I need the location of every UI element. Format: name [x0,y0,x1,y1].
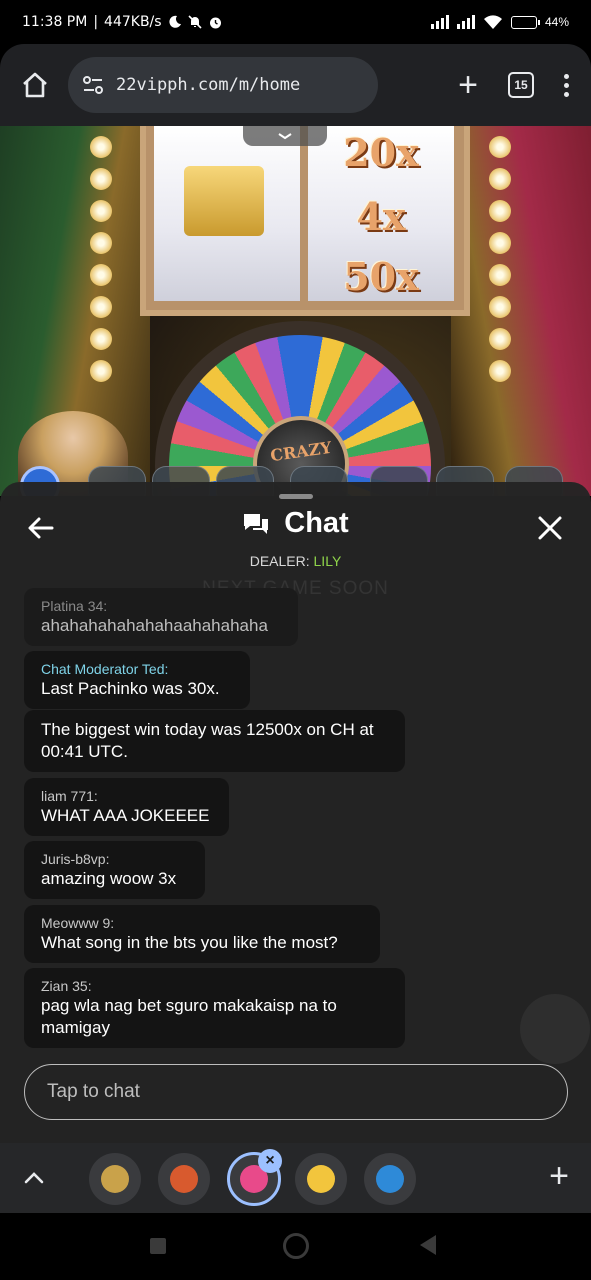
message-text: WHAT AAA JOKEEEE [41,806,210,825]
browser-toolbar: 22vipph.com/m/home + 15 [0,44,591,126]
home-icon [23,72,47,98]
chat-header: Chat [0,507,591,551]
separator: | [93,14,99,30]
recents-button[interactable] [150,1238,166,1254]
add-tab-to-group-button[interactable]: + [549,1159,569,1193]
left-lights [90,136,112,382]
message-text: Last Pachinko was 30x. [41,679,220,698]
tab-xo-game[interactable] [295,1153,347,1205]
message-author: Platina 34: [41,598,108,614]
network-speed: 447KB/s [104,14,162,30]
new-tab-button[interactable]: + [458,68,478,102]
status-left: 11:38 PM | 447KB/s [22,14,223,30]
home-button[interactable] [14,64,56,106]
crown-favicon-icon [101,1165,129,1193]
chevron-down-icon [278,133,292,140]
wifi-icon [483,14,502,29]
back-nav-button[interactable] [420,1235,436,1255]
message-text: amazing woow 3x [41,869,177,888]
beer-symbol [184,166,264,236]
dealer-label: DEALER: [249,553,310,569]
chat-input[interactable]: Tap to chat [24,1064,568,1120]
chat-message-moderator: Chat Moderator Ted: Last Pachinko was 30… [24,651,250,709]
menu-button[interactable] [564,73,569,97]
battery-icon [510,15,540,29]
dealer-info: DEALER: LILY [0,553,591,569]
chevron-up-icon[interactable] [22,1166,46,1190]
close-chat-button[interactable] [535,513,565,543]
multiplier-top: 20x [343,130,419,175]
chat-message: Platina 34: ahahahahahahahaahahahaha [24,588,298,646]
drag-handle[interactable] [279,494,313,499]
url-text: 22vipph.com/m/home [116,75,301,95]
home-nav-button[interactable] [283,1233,309,1259]
chat-message: liam 771: WHAT AAA JOKEEEE [24,778,229,836]
status-bar: 11:38 PM | 447KB/s 44% [0,0,591,44]
message-author: liam 771: [41,788,98,804]
chat-title: Chat [0,507,591,540]
arrow-left-icon [28,517,54,539]
chat-message: Juris-b8vp: amazing woow 3x [24,841,205,899]
tab-switcher-button[interactable]: 15 [508,72,534,98]
right-lights [489,136,511,382]
chat-message: Meowww 9: What song in the bts you like … [24,905,380,963]
mute-bell-icon [188,15,202,29]
slot-reel-left [154,126,300,301]
slot-reel-right: 20x 4x 50x [308,126,454,301]
message-text: ahahahahahahahaahahahaha [41,616,268,635]
browser-actions: + 15 [458,68,577,102]
close-icon [538,516,562,540]
message-author: Chat Moderator Ted: [41,661,169,677]
message-author: Zian 35: [41,978,92,994]
alarm-icon [209,17,221,28]
monopoly-favicon-icon [170,1165,198,1193]
battery-percent: 44% [544,15,569,29]
chat-message-system: The biggest win today was 12500x on CH a… [24,710,405,772]
multiplier-bottom: 50x [343,254,419,299]
blue-game-favicon-icon [376,1165,404,1193]
tab-monopoly[interactable] [158,1153,210,1205]
chat-bubbles-icon [244,513,269,534]
chat-message: Zian 35: pag wla nag bet sguro makakaisp… [24,968,405,1048]
collapse-video-button[interactable] [243,126,327,146]
xo-favicon-icon [307,1165,335,1193]
signal-1-icon [430,15,449,29]
message-text: pag wla nag bet sguro makakaisp na to ma… [41,996,337,1037]
multiplier-middle: 4x [356,194,406,239]
top-slot: 20x 4x 50x [140,126,470,316]
site-settings-icon[interactable] [82,74,104,96]
message-text: What song in the bts you like the most? [41,933,338,952]
status-right: 44% [430,14,569,30]
back-button[interactable] [26,513,56,543]
message-author: Juris-b8vp: [41,851,110,867]
chat-panel: Chat DEALER: LILY NEXT GAME SOON Platina… [0,482,591,1143]
chat-input-placeholder: Tap to chat [47,1081,140,1102]
signal-2-icon [456,15,475,29]
tab-blue-game[interactable] [364,1153,416,1205]
message-author: Meowww 9: [41,915,115,931]
moon-icon [169,15,181,28]
tab-crown-casino[interactable] [89,1153,141,1205]
floating-menu-button[interactable] [520,994,590,1064]
tab-group-dock: + [0,1143,591,1213]
close-tab-icon[interactable]: × [258,1149,282,1173]
live-game-video[interactable]: 20x 4x 50x CRAZY [0,126,591,496]
address-bar[interactable]: 22vipph.com/m/home [68,57,378,113]
message-text: The biggest win today was 12500x on CH a… [41,720,374,761]
dealer-name: LILY [313,553,342,569]
clock: 11:38 PM [22,14,88,30]
right-decor [451,126,591,496]
chat-title-text: Chat [284,507,349,539]
system-nav-bar [0,1213,591,1280]
